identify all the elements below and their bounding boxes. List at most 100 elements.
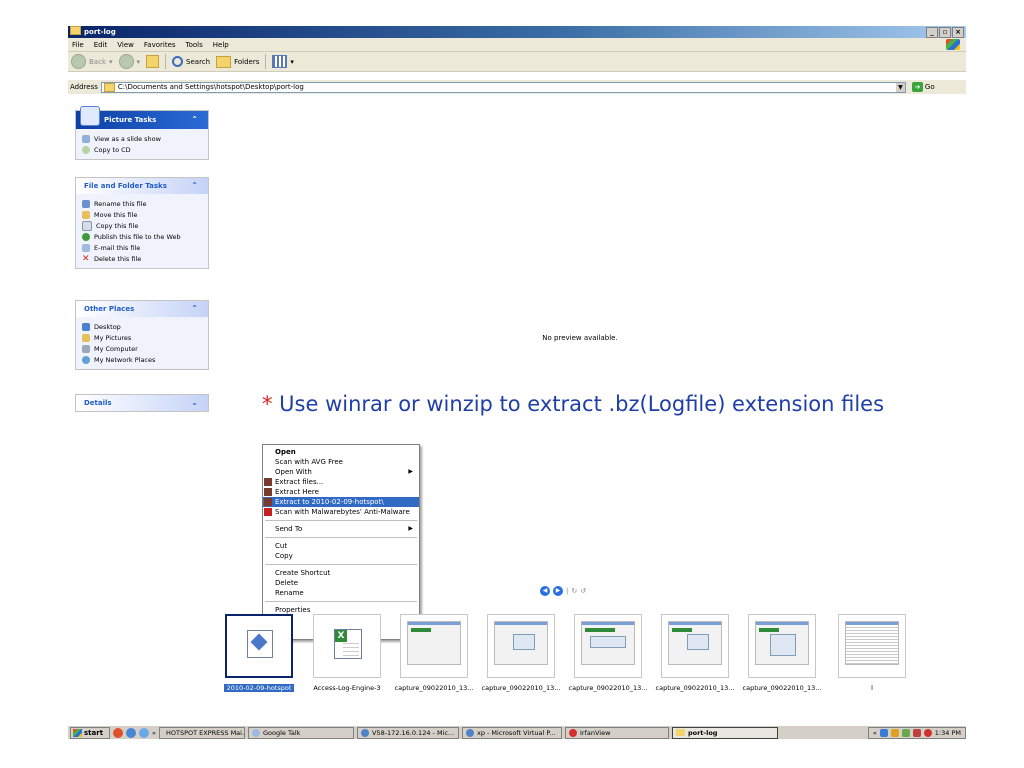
task-rename[interactable]: Rename this file xyxy=(82,198,202,209)
file-tasks-header[interactable]: File and Folder Tasks ⌃ xyxy=(76,178,208,194)
task-google-talk[interactable]: Google Talk xyxy=(247,726,354,739)
rotate-counterclockwise-icon[interactable]: ↺ xyxy=(580,587,586,595)
archive-file-icon xyxy=(247,630,273,658)
ctx-send-to-label: Send To xyxy=(275,525,303,533)
minimize-button[interactable]: _ xyxy=(926,27,938,38)
ctx-scan-avg[interactable]: Scan with AVG Free xyxy=(263,457,419,467)
search-button[interactable]: Search xyxy=(172,56,210,67)
task-port-log[interactable]: port-log xyxy=(671,726,778,739)
thumbnail-capture-5[interactable] xyxy=(748,614,816,678)
task-irfanview[interactable]: IrfanView xyxy=(564,726,669,739)
thumbnail-capture-1[interactable] xyxy=(400,614,468,678)
close-button[interactable]: × xyxy=(952,27,964,38)
task-label: xp - Microsoft Virtual P... xyxy=(476,728,556,737)
thumbnail-access-log[interactable]: X xyxy=(313,614,381,678)
taskbar: start » HOTSPOT EXPRESS Mai... Google Ta… xyxy=(68,725,966,739)
menu-favorites[interactable]: Favorites xyxy=(144,41,176,49)
place-my-pictures[interactable]: My Pictures xyxy=(82,332,202,343)
views-icon xyxy=(272,55,288,68)
ctx-copy[interactable]: Copy xyxy=(263,551,419,561)
menu-edit[interactable]: Edit xyxy=(94,41,108,49)
task-hotspot-express[interactable]: HOTSPOT EXPRESS Mai... xyxy=(158,726,245,739)
task-slideshow[interactable]: View as a slide show xyxy=(82,133,202,144)
ctx-create-shortcut[interactable]: Create Shortcut xyxy=(263,568,419,578)
views-button[interactable]: ▾ xyxy=(272,55,294,68)
thumb-label: capture_09022010_13... xyxy=(394,684,474,692)
ctx-delete[interactable]: Delete xyxy=(263,578,419,588)
details-header[interactable]: Details ⌄ xyxy=(76,395,208,411)
ctx-extract-files[interactable]: Extract files... xyxy=(263,477,419,487)
menu-bar: File Edit View Favorites Tools Help xyxy=(68,38,966,52)
quicklaunch-ie-icon[interactable] xyxy=(126,727,136,738)
address-path: C:\Documents and Settings\hotspot\Deskto… xyxy=(117,83,304,91)
maximize-button[interactable]: ▫ xyxy=(939,27,951,38)
forward-button[interactable]: ▾ xyxy=(118,54,140,69)
previous-image-icon[interactable]: ◀ xyxy=(540,586,550,596)
ctx-open[interactable]: Open xyxy=(263,447,419,457)
place-my-computer[interactable]: My Computer xyxy=(82,343,202,354)
thumbnail-capture-3[interactable] xyxy=(574,614,642,678)
tray-avg-icon[interactable] xyxy=(890,728,899,737)
ctx-extract-here[interactable]: Extract Here xyxy=(263,487,419,497)
task-copy[interactable]: Copy this file xyxy=(82,220,202,231)
address-input[interactable]: C:\Documents and Settings\hotspot\Deskto… xyxy=(100,81,906,93)
quicklaunch-desktop-icon[interactable] xyxy=(139,727,149,738)
thumbnail-2010-02-09-hotspot[interactable] xyxy=(225,614,293,678)
copy-icon xyxy=(82,220,92,231)
tray-chevron[interactable]: « xyxy=(873,729,877,737)
menu-file[interactable]: File xyxy=(72,41,84,49)
thumbnail-spreadsheet[interactable] xyxy=(838,614,906,678)
up-folder-icon[interactable] xyxy=(146,55,160,68)
place-my-pictures-label: My Pictures xyxy=(94,333,132,342)
ctx-cut[interactable]: Cut xyxy=(263,541,419,551)
task-email[interactable]: E-mail this file xyxy=(82,242,202,253)
expand-chevron-icon[interactable]: ⌄ xyxy=(191,395,198,411)
collapse-chevron-icon[interactable]: ⌃ xyxy=(191,111,198,129)
other-places-header[interactable]: Other Places ⌃ xyxy=(76,301,208,317)
window-title: port-log xyxy=(84,28,116,36)
task-v58[interactable]: V58-172.16.0.124 - Mic... xyxy=(356,726,459,739)
task-move-label: Move this file xyxy=(94,210,138,219)
task-delete[interactable]: ✕ Delete this file xyxy=(82,253,202,264)
submenu-arrow-icon: ▶ xyxy=(408,525,413,532)
address-dropdown-icon[interactable]: ▼ xyxy=(895,82,905,92)
collapse-chevron-icon[interactable]: ⌃ xyxy=(191,178,198,194)
clock[interactable]: 1:34 PM xyxy=(935,729,961,737)
tray-network-icon[interactable] xyxy=(879,728,888,737)
tray-malware-icon[interactable] xyxy=(912,728,921,737)
task-virtual-pc[interactable]: xp - Microsoft Virtual P... xyxy=(461,726,562,739)
tray-security-icon[interactable] xyxy=(923,728,932,737)
picture-tasks-title: Picture Tasks xyxy=(104,116,157,124)
place-desktop[interactable]: Desktop xyxy=(82,321,202,332)
next-image-icon[interactable]: ▶ xyxy=(553,586,563,596)
ctx-open-with[interactable]: Open With ▶ xyxy=(263,467,419,477)
menu-help[interactable]: Help xyxy=(213,41,229,49)
tray-talk-icon[interactable] xyxy=(901,728,910,737)
start-button[interactable]: start xyxy=(70,726,110,739)
window-title-bar[interactable]: port-log _ ▫ × xyxy=(68,26,966,38)
back-button[interactable]: Back ▾ xyxy=(71,54,113,69)
task-move[interactable]: Move this file xyxy=(82,209,202,220)
windows-flag-icon xyxy=(73,728,82,737)
quicklaunch-chrome-icon[interactable] xyxy=(113,727,123,738)
thumbnail-capture-4[interactable] xyxy=(661,614,729,678)
no-preview-text: No preview available. xyxy=(542,334,618,342)
ctx-extract-to[interactable]: Extract to 2010-02-09-hotspot\ xyxy=(263,497,419,507)
address-label: Address xyxy=(70,83,98,91)
ctx-send-to[interactable]: Send To ▶ xyxy=(263,524,419,534)
rotate-clockwise-icon[interactable]: ↻ xyxy=(571,587,577,595)
place-network[interactable]: My Network Places xyxy=(82,354,202,365)
ctx-rename[interactable]: Rename xyxy=(263,588,419,598)
go-button[interactable]: ➔ Go xyxy=(911,82,935,92)
folders-button[interactable]: Folders xyxy=(216,55,259,68)
toolbar-separator xyxy=(165,54,167,69)
thumbnail-capture-2[interactable] xyxy=(487,614,555,678)
task-publish[interactable]: Publish this file to the Web xyxy=(82,231,202,242)
collapse-chevron-icon[interactable]: ⌃ xyxy=(191,301,198,317)
ctx-scan-malware[interactable]: Scan with Malwarebytes' Anti-Malware xyxy=(263,507,419,517)
quicklaunch-chevron[interactable]: » xyxy=(152,729,156,737)
task-copy-to-cd[interactable]: Copy to CD xyxy=(82,144,202,155)
menu-tools[interactable]: Tools xyxy=(186,41,203,49)
picture-tasks-header[interactable]: Picture Tasks ⌃ xyxy=(76,106,208,129)
menu-view[interactable]: View xyxy=(117,41,134,49)
